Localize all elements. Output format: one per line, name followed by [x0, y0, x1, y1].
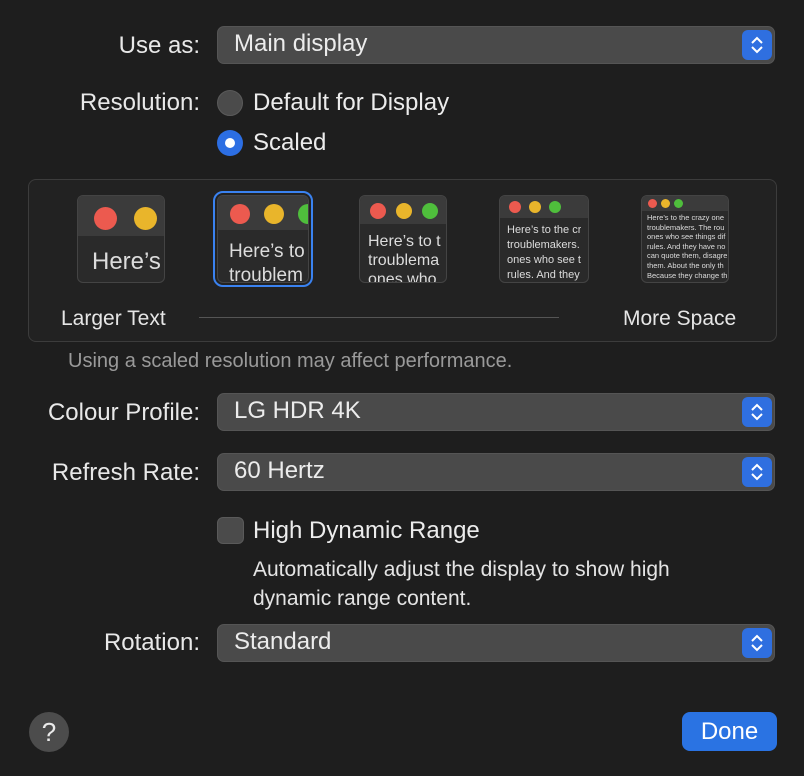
chevron-updown-icon: [742, 457, 772, 487]
thumb-text: Here’s to the crazy one troublemakers. T…: [647, 213, 728, 280]
use-as-popup[interactable]: Main display: [217, 26, 775, 64]
hdr-description-line: dynamic range content.: [253, 587, 472, 610]
rotation-popup[interactable]: Standard: [217, 624, 775, 662]
chevron-updown-icon: [742, 628, 772, 658]
colour-profile-label: Colour Profile:: [47, 399, 200, 426]
scale-divider: [199, 317, 559, 318]
scaled-performance-note: Using a scaled resolution may affect per…: [68, 350, 513, 372]
scale-option-1[interactable]: Here’s: [77, 195, 165, 283]
use-as-label: Use as:: [118, 32, 200, 59]
hdr-description: Automatically adjust the display to show…: [253, 555, 670, 613]
hdr-label: High Dynamic Range: [253, 517, 480, 544]
thumb-text: Here’s to troublem: [229, 241, 305, 283]
thumb-text: Here’s to the cr troublemakers. ones who…: [507, 224, 582, 281]
radio-scaled[interactable]: [217, 130, 243, 156]
resolution-label: Resolution:: [79, 89, 200, 116]
use-as-value: Main display: [234, 30, 368, 57]
larger-text-label: Larger Text: [61, 307, 166, 330]
colour-profile-popup[interactable]: LG HDR 4K: [217, 393, 775, 431]
rotation-label: Rotation:: [103, 629, 200, 656]
scale-option-2[interactable]: Here’s to troublem: [213, 191, 313, 287]
radio-default-label: Default for Display: [253, 89, 450, 116]
refresh-rate-label: Refresh Rate:: [51, 459, 200, 486]
help-button[interactable]: ?: [29, 712, 69, 752]
done-button[interactable]: Done: [682, 712, 777, 751]
hdr-checkbox[interactable]: [217, 517, 244, 544]
refresh-rate-value: 60 Hertz: [234, 457, 325, 484]
thumb-text: Here’s: [92, 248, 161, 275]
thumb-text: Here’s to t troublema ones who: [368, 233, 441, 283]
more-space-label: More Space: [623, 307, 737, 330]
scale-option-4[interactable]: Here’s to the cr troublemakers. ones who…: [499, 195, 589, 283]
rotation-value: Standard: [234, 628, 332, 655]
scale-option-3[interactable]: Here’s to t troublema ones who: [359, 195, 447, 283]
refresh-rate-popup[interactable]: 60 Hertz: [217, 453, 775, 491]
radio-default-for-display[interactable]: [217, 90, 243, 116]
radio-scaled-label: Scaled: [253, 129, 327, 156]
chevron-updown-icon: [742, 397, 772, 427]
hdr-description-line: Automatically adjust the display to show…: [253, 558, 670, 581]
colour-profile-value: LG HDR 4K: [234, 397, 361, 424]
chevron-updown-icon: [742, 30, 772, 60]
scale-option-5[interactable]: Here’s to the crazy one troublemakers. T…: [641, 195, 729, 283]
